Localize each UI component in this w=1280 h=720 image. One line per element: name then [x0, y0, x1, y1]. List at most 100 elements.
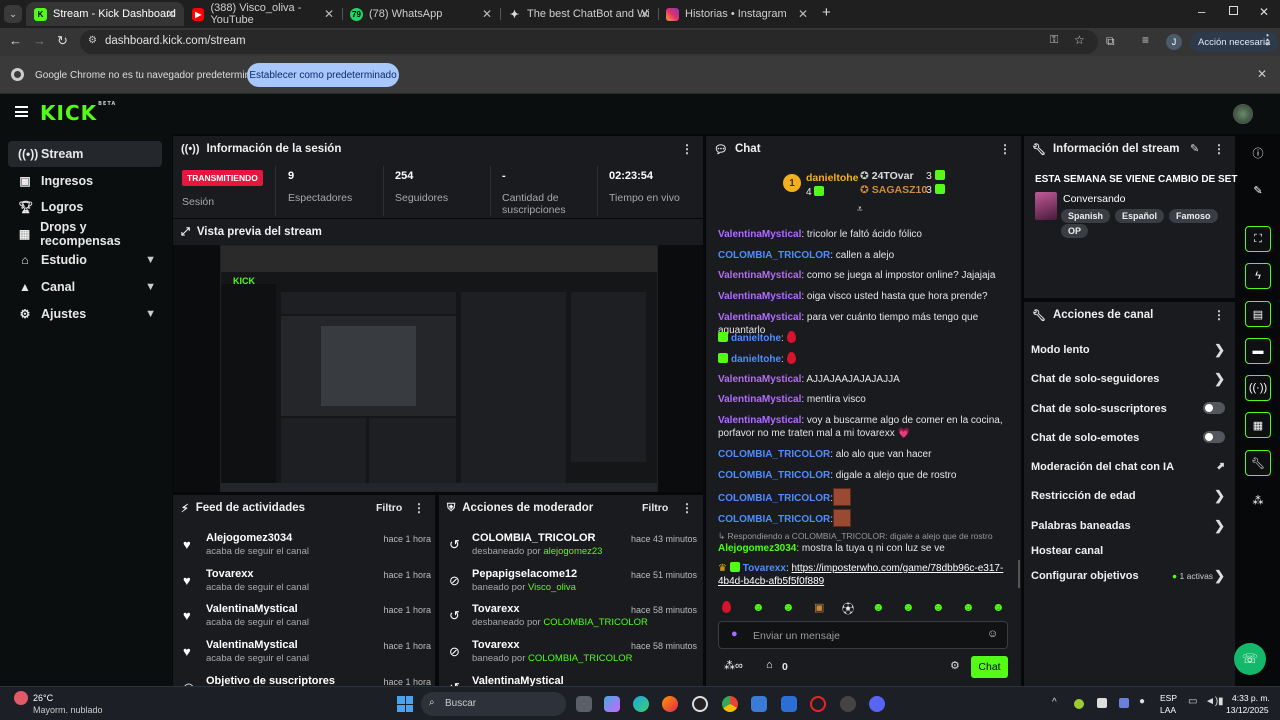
chat-message[interactable]: ♛ Tovarexx: https://imposterwho.com/game…: [718, 562, 1008, 588]
chat-username[interactable]: COLOMBIA_TRICOLOR: [718, 250, 830, 261]
close-icon[interactable]: ✕: [166, 7, 176, 21]
pencil-icon[interactable]: ✎: [1245, 177, 1271, 203]
forward-icon[interactable]: →: [33, 33, 46, 48]
chat-message[interactable]: ValentinaMystical: voy a buscarme algo d…: [718, 414, 1018, 440]
chat-username[interactable]: ValentinaMystical: [718, 291, 801, 302]
chat-message[interactable]: COLOMBIA_TRICOLOR: callen a alejo: [718, 249, 1018, 262]
chat-message[interactable]: ValentinaMystical: oiga visco usted hast…: [718, 290, 1018, 303]
top-gifter-2[interactable]: ✪ 24TOvar 3: [860, 170, 980, 184]
chat-username[interactable]: ValentinaMystical: [718, 312, 801, 323]
bookmark-star-icon[interactable]: ☆: [1074, 33, 1085, 47]
avatar[interactable]: J: [1166, 34, 1182, 50]
info-icon[interactable]: ⓘ: [1245, 140, 1271, 166]
chat-username[interactable]: Alejogomez3034: [718, 543, 796, 554]
list-item[interactable]: ⊘ Tovarexx baneado por COLOMBIA_TRICOLOR ha…: [447, 639, 697, 673]
chat-username[interactable]: danieltohe: [731, 333, 781, 344]
wrench-icon[interactable]: 🔧︎: [1245, 450, 1271, 476]
store-icon[interactable]: ⌂: [766, 659, 773, 671]
sidebar-item-drops[interactable]: ▦ Drops y recompensas: [8, 220, 162, 248]
chat-username[interactable]: danieltohe: [731, 354, 781, 365]
chat-username[interactable]: ValentinaMystical: [718, 229, 801, 240]
host-channel-row[interactable]: Hostear canal: [1031, 545, 1227, 557]
blood-drop-emote-icon[interactable]: [722, 601, 731, 613]
chat-username[interactable]: ValentinaMystical: [718, 394, 801, 405]
chat-settings-icon[interactable]: ⚙: [950, 659, 960, 672]
grin-emote-icon[interactable]: ☻: [872, 600, 885, 614]
banned-words-row[interactable]: Palabras baneadas ❯: [1031, 518, 1227, 533]
top-gifter-1[interactable]: 1 danieltohe 4: [783, 172, 863, 202]
copilot-icon[interactable]: [604, 696, 620, 712]
frog-emote-icon[interactable]: ☻: [782, 600, 795, 614]
chat-input[interactable]: ● Enviar un mensaje ☺: [718, 621, 1008, 649]
laugh-emote-icon[interactable]: ☻: [932, 600, 945, 614]
mic-icon[interactable]: ●: [1139, 696, 1145, 707]
window-close-icon[interactable]: ✕: [1259, 5, 1269, 19]
broadcast-icon[interactable]: ((·)): [1245, 375, 1271, 401]
send-chat-button[interactable]: Chat: [971, 656, 1008, 678]
opera-icon[interactable]: [810, 696, 826, 712]
chat-message[interactable]: ValentinaMystical: AJJAJAAJAJAJAJJA: [718, 373, 1018, 386]
list-item[interactable]: ♥ Tovarexx acaba de seguir el canal hace 1 …: [181, 568, 431, 602]
chest-emote-icon[interactable]: ▣: [814, 601, 824, 614]
age-restriction-row[interactable]: Restricción de edad ❯: [1031, 488, 1227, 503]
network-icon[interactable]: ▭: [1188, 696, 1197, 707]
more-options-icon[interactable]: ⋮: [681, 142, 693, 156]
collapse-icon[interactable]: ⩡: [857, 204, 863, 215]
top-gifter-3[interactable]: ✪ SAGASZ10 3: [860, 184, 980, 198]
emotes-only-toggle[interactable]: [1203, 431, 1225, 443]
close-icon[interactable]: ✕: [324, 7, 334, 21]
subs-only-row[interactable]: Chat de solo-suscriptores: [1031, 402, 1227, 415]
tray-app-icon[interactable]: [1097, 698, 1107, 708]
list-item[interactable]: ↺ValentinaMystical: [447, 675, 697, 686]
browser-menu-icon[interactable]: ⋮: [1261, 32, 1274, 48]
list-item[interactable]: ♥ ValentinaMystical acaba de seguir el can…: [181, 639, 431, 673]
chrome-icon[interactable]: [722, 696, 738, 712]
chat-message[interactable]: danieltohe:: [718, 331, 1018, 345]
category-name[interactable]: Conversando: [1063, 193, 1125, 205]
kick-logo[interactable]: KICKBETA: [40, 101, 116, 125]
clip-icon[interactable]: ⛶: [1245, 226, 1271, 252]
battery-icon[interactable]: ▮: [1218, 696, 1224, 707]
support-chat-button[interactable]: ☏: [1234, 643, 1266, 675]
ai-moderation-row[interactable]: Moderación del chat con IA ⬈: [1031, 461, 1227, 473]
more-options-icon[interactable]: ⋮: [1213, 142, 1225, 156]
weather-icon[interactable]: [14, 691, 28, 705]
chat-message[interactable]: COLOMBIA_TRICOLOR: digale a alejo que de…: [718, 469, 1018, 482]
site-info-icon[interactable]: ⚙: [88, 35, 97, 46]
emoji-icon[interactable]: ☺: [987, 628, 998, 640]
list-item[interactable]: ⊘ Pepapigselacome12 baneado por Visco_oliv…: [447, 568, 697, 602]
stream-preview-video[interactable]: KICK: [220, 245, 658, 492]
close-icon[interactable]: ✕: [640, 7, 650, 21]
extensions-icon[interactable]: ⧉: [1106, 34, 1115, 49]
keyboard-layout[interactable]: LAA: [1160, 705, 1176, 715]
password-key-icon[interactable]: ⚿: [1050, 34, 1058, 47]
chat-username[interactable]: COLOMBIA_TRICOLOR: [718, 470, 830, 481]
chat-message[interactable]: ValentinaMystical: tricolor le faltó áci…: [718, 228, 1018, 241]
slow-mode-row[interactable]: Modo lento ❯: [1031, 342, 1227, 357]
chat-message[interactable]: COLOMBIA_TRICOLOR:: [718, 488, 1018, 506]
tab-groups-icon[interactable]: ≡: [1142, 33, 1149, 47]
filter-button[interactable]: Filtro: [376, 502, 402, 514]
more-options-icon[interactable]: ⋮: [999, 142, 1011, 156]
user-avatar[interactable]: [1233, 104, 1253, 124]
tag[interactable]: Español: [1115, 209, 1165, 223]
browser-tab-whatsapp[interactable]: 79 (78) WhatsApp ✕: [342, 2, 500, 26]
hamburger-menu-icon[interactable]: [15, 106, 28, 117]
tag[interactable]: OP: [1061, 224, 1089, 238]
clock-date[interactable]: 13/12/2025: [1226, 705, 1269, 715]
more-options-icon[interactable]: ⋮: [681, 501, 693, 515]
edit-icon[interactable]: ✎: [1190, 142, 1199, 155]
list-item[interactable]: ♥ ValentinaMystical acaba de seguir el can…: [181, 603, 431, 637]
chat-username[interactable]: COLOMBIA_TRICOLOR: [718, 449, 830, 460]
skull-emote-icon[interactable]: ☻: [752, 600, 765, 614]
list-item[interactable]: ◎Objetivo de suscriptoreshace 1 hora: [181, 675, 431, 686]
chat-username[interactable]: COLOMBIA_TRICOLOR: [718, 493, 830, 504]
dashboard-icon[interactable]: ▦: [1245, 412, 1271, 438]
sidebar-item-stream[interactable]: ((•)) Stream: [8, 141, 162, 167]
volume-icon[interactable]: ◄): [1205, 696, 1218, 707]
followers-only-row[interactable]: Chat de solo-seguidores ❯: [1031, 371, 1227, 386]
clipboard-icon[interactable]: ▤: [1245, 301, 1271, 327]
share-icon[interactable]: ⁂: [1245, 487, 1271, 513]
tab-search-button[interactable]: ⌄: [4, 5, 22, 23]
store-icon[interactable]: [751, 696, 767, 712]
